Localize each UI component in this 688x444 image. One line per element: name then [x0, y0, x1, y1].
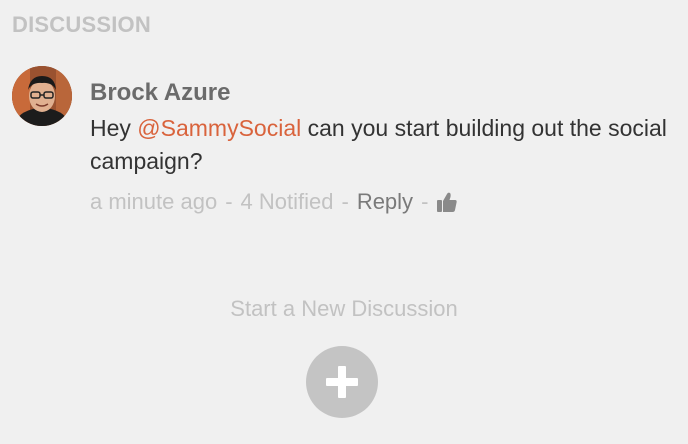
meta-separator: - [421, 189, 429, 214]
start-discussion-label[interactable]: Start a New Discussion [0, 296, 688, 322]
discussion-panel: DISCUSSION Brock Azure Hey @SammySocial … [0, 0, 688, 444]
comment-text-prefix: Hey [90, 115, 138, 141]
meta-separator: - [341, 189, 349, 214]
comment-timestamp: a minute ago [90, 189, 218, 214]
meta-separator: - [225, 189, 233, 214]
comment-author[interactable]: Brock Azure [90, 78, 670, 108]
comment-body: Brock Azure Hey @SammySocial can you sta… [90, 78, 670, 216]
avatar-image [12, 66, 72, 126]
add-discussion-button[interactable] [306, 346, 378, 418]
avatar[interactable] [12, 66, 72, 126]
plus-icon [326, 366, 358, 398]
section-title: DISCUSSION [12, 12, 151, 37]
comment-meta: a minute ago - 4 Notified - Reply - [90, 188, 670, 216]
reply-link[interactable]: Reply [357, 188, 413, 216]
mention-link[interactable]: @SammySocial [137, 115, 301, 141]
thumbs-up-icon[interactable] [436, 191, 458, 213]
comment-text: Hey @SammySocial can you start building … [90, 112, 670, 178]
notified-count[interactable]: 4 Notified [241, 188, 334, 216]
